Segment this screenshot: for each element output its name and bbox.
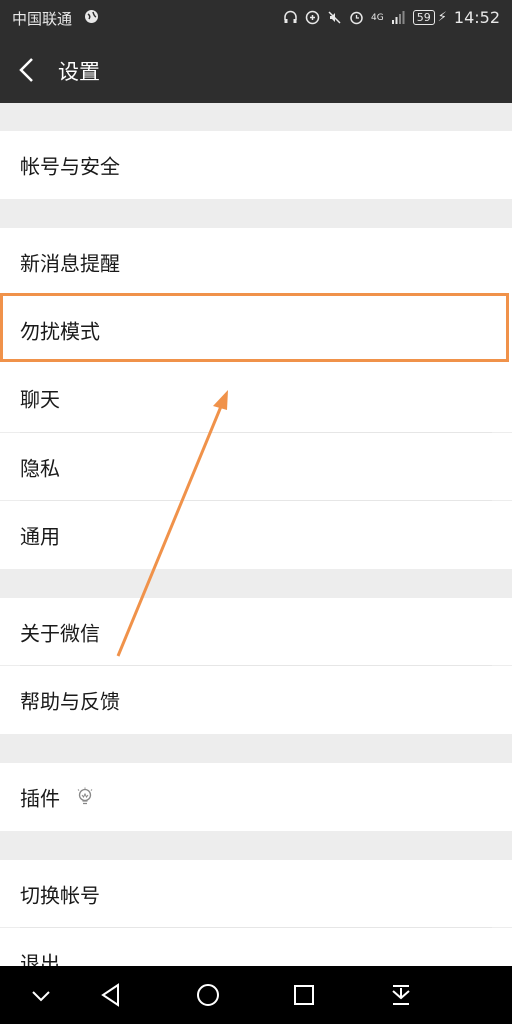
signal-icon bbox=[391, 11, 405, 24]
setting-label: 通用 bbox=[20, 524, 60, 549]
setting-label: 切换帐号 bbox=[20, 883, 100, 907]
clock: 14:52 bbox=[453, 8, 500, 27]
chevron-down-icon[interactable] bbox=[26, 980, 56, 1010]
network-type: 4G bbox=[371, 12, 384, 23]
status-bar: 中国联通 4G 59 ⚡ 14:52 bbox=[0, 0, 512, 36]
back-triangle-icon[interactable] bbox=[96, 980, 126, 1010]
header-bar: 设置 bbox=[0, 36, 512, 103]
recents-square-icon[interactable] bbox=[289, 980, 319, 1010]
carrier-name: 中国联通 bbox=[12, 10, 73, 28]
home-circle-icon[interactable] bbox=[193, 980, 223, 1010]
setting-label: 聊天 bbox=[20, 387, 60, 412]
setting-label: 新消息提醒 bbox=[20, 251, 120, 276]
setting-about[interactable]: 关于微信 bbox=[0, 598, 512, 665]
mute-icon bbox=[328, 11, 341, 24]
setting-label: 关于微信 bbox=[20, 621, 100, 645]
chevron-left-icon[interactable] bbox=[16, 56, 38, 84]
navigation-bar bbox=[0, 966, 512, 1024]
globe-icon bbox=[84, 9, 99, 28]
notification-pull-icon[interactable] bbox=[386, 980, 416, 1010]
alarm-icon bbox=[350, 11, 363, 25]
setting-chat[interactable]: 聊天 bbox=[0, 364, 512, 432]
setting-label: 勿扰模式 bbox=[20, 319, 100, 344]
lightbulb-icon bbox=[77, 787, 93, 805]
setting-privacy[interactable]: 隐私 bbox=[0, 433, 512, 500]
charging-icon: ⚡ bbox=[437, 10, 447, 25]
headset-icon bbox=[284, 10, 297, 23]
data-saver-icon bbox=[305, 10, 320, 25]
setting-help-feedback[interactable]: 帮助与反馈 bbox=[0, 666, 512, 734]
setting-account-security[interactable]: 帐号与安全 bbox=[0, 131, 512, 199]
page-title: 设置 bbox=[58, 60, 100, 84]
setting-plugins[interactable]: 插件 bbox=[0, 763, 512, 831]
setting-label: 帮助与反馈 bbox=[20, 689, 120, 714]
setting-label: 帐号与安全 bbox=[20, 154, 120, 179]
setting-new-message-alerts[interactable]: 新消息提醒 bbox=[0, 228, 512, 296]
setting-label: 隐私 bbox=[20, 456, 60, 480]
setting-switch-account[interactable]: 切换帐号 bbox=[0, 860, 512, 927]
setting-general[interactable]: 通用 bbox=[0, 501, 512, 569]
setting-do-not-disturb[interactable]: 勿扰模式 bbox=[0, 296, 512, 364]
setting-label: 插件 bbox=[20, 786, 60, 811]
battery-level: 59 bbox=[412, 10, 435, 25]
